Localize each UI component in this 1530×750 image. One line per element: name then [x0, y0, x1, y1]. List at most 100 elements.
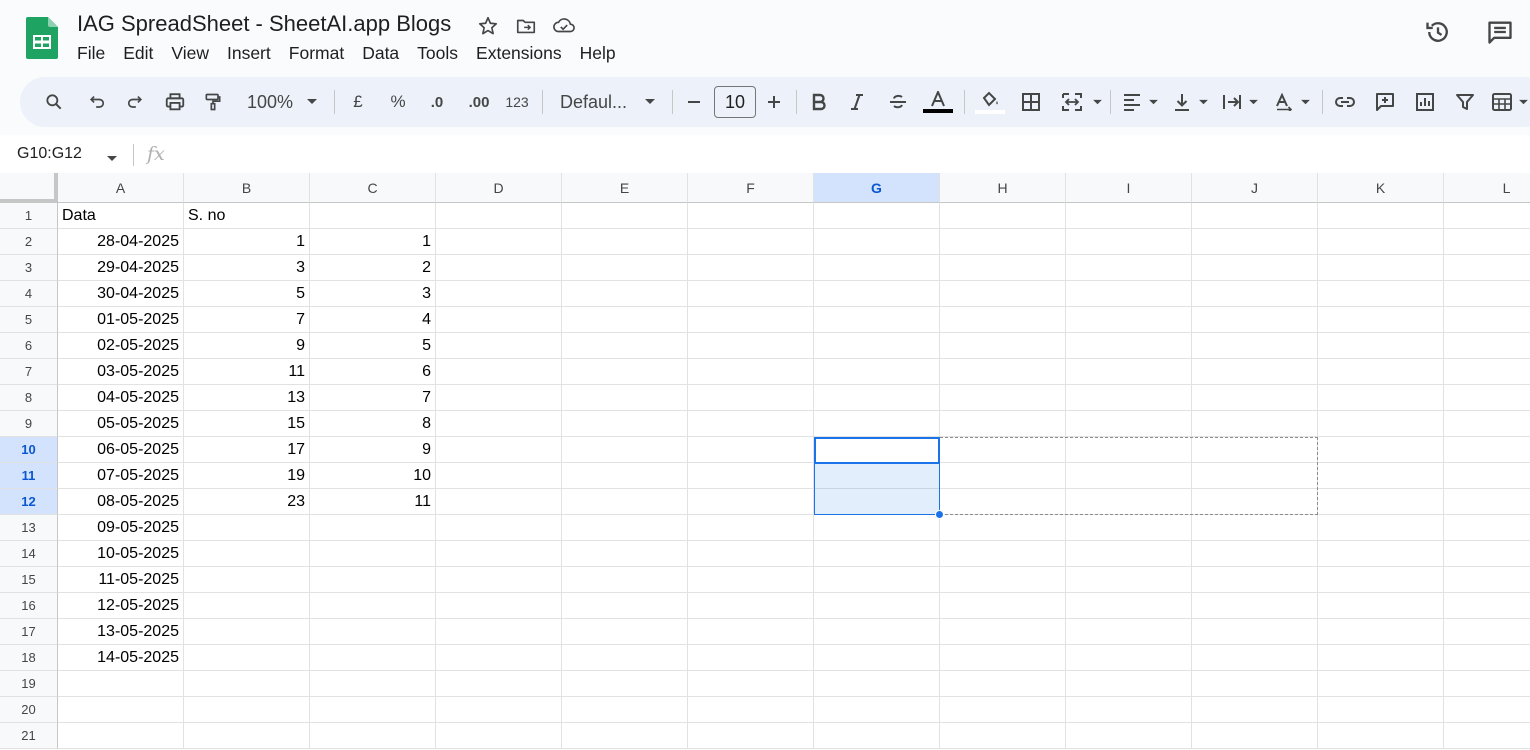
cell-c15[interactable] [310, 567, 436, 593]
row-header-7[interactable]: 7 [0, 359, 58, 385]
cell-d9[interactable] [436, 411, 562, 437]
vertical-align-icon[interactable] [1170, 77, 1194, 127]
cell-e19[interactable] [562, 671, 688, 697]
cell-f16[interactable] [688, 593, 814, 619]
cell-j5[interactable] [1192, 307, 1318, 333]
cell-i13[interactable] [1066, 515, 1192, 541]
cell-i20[interactable] [1066, 697, 1192, 723]
cell-g1[interactable] [814, 203, 940, 229]
cell-j17[interactable] [1192, 619, 1318, 645]
undo-icon[interactable] [84, 77, 110, 127]
cell-f14[interactable] [688, 541, 814, 567]
cell-c2[interactable]: 1 [310, 229, 436, 255]
cell-d1[interactable] [436, 203, 562, 229]
increase-font-size-icon[interactable] [764, 77, 784, 127]
row-header-8[interactable]: 8 [0, 385, 58, 411]
cell-k8[interactable] [1318, 385, 1444, 411]
cell-d10[interactable] [436, 437, 562, 463]
cell-b3[interactable]: 3 [184, 255, 310, 281]
cell-g15[interactable] [814, 567, 940, 593]
row-header-4[interactable]: 4 [0, 281, 58, 307]
cell-g9[interactable] [814, 411, 940, 437]
search-menus-icon[interactable] [40, 77, 68, 127]
cell-a16[interactable]: 12-05-2025 [58, 593, 184, 619]
cell-b6[interactable]: 9 [184, 333, 310, 359]
font-dropdown-icon[interactable] [642, 77, 658, 127]
cell-l8[interactable] [1444, 385, 1530, 411]
menu-insert[interactable]: Insert [218, 42, 280, 64]
cell-a9[interactable]: 05-05-2025 [58, 411, 184, 437]
cell-j13[interactable] [1192, 515, 1318, 541]
cell-g13[interactable] [814, 515, 940, 541]
cell-k17[interactable] [1318, 619, 1444, 645]
insert-chart-icon[interactable] [1412, 77, 1438, 127]
cell-b7[interactable]: 11 [184, 359, 310, 385]
cell-k3[interactable] [1318, 255, 1444, 281]
cell-j8[interactable] [1192, 385, 1318, 411]
cell-i6[interactable] [1066, 333, 1192, 359]
bold-icon[interactable] [808, 77, 830, 127]
cell-i15[interactable] [1066, 567, 1192, 593]
cell-l11[interactable] [1444, 463, 1530, 489]
cell-j20[interactable] [1192, 697, 1318, 723]
cell-f11[interactable] [688, 463, 814, 489]
cell-f19[interactable] [688, 671, 814, 697]
zoom-select[interactable]: 100% [242, 77, 298, 127]
cell-d5[interactable] [436, 307, 562, 333]
cell-f2[interactable] [688, 229, 814, 255]
cell-e13[interactable] [562, 515, 688, 541]
cell-d15[interactable] [436, 567, 562, 593]
cell-l14[interactable] [1444, 541, 1530, 567]
cell-d21[interactable] [436, 723, 562, 749]
row-header-16[interactable]: 16 [0, 593, 58, 619]
cell-h9[interactable] [940, 411, 1066, 437]
text-rotation-icon[interactable] [1272, 77, 1296, 127]
cell-a14[interactable]: 10-05-2025 [58, 541, 184, 567]
cell-k19[interactable] [1318, 671, 1444, 697]
cell-d6[interactable] [436, 333, 562, 359]
cell-a19[interactable] [58, 671, 184, 697]
cell-h7[interactable] [940, 359, 1066, 385]
cell-c9[interactable]: 8 [310, 411, 436, 437]
cell-a21[interactable] [58, 723, 184, 749]
cell-e6[interactable] [562, 333, 688, 359]
decrease-decimal-button[interactable]: .0 [422, 77, 452, 127]
cell-d11[interactable] [436, 463, 562, 489]
row-header-13[interactable]: 13 [0, 515, 58, 541]
cell-e5[interactable] [562, 307, 688, 333]
cell-e11[interactable] [562, 463, 688, 489]
cell-e10[interactable] [562, 437, 688, 463]
cell-k20[interactable] [1318, 697, 1444, 723]
wrap-dropdown-icon[interactable] [1246, 77, 1260, 127]
cell-a15[interactable]: 11-05-2025 [58, 567, 184, 593]
cell-a1[interactable]: Data [58, 203, 184, 229]
column-header-k[interactable]: K [1318, 173, 1444, 203]
sheets-logo-icon[interactable] [26, 17, 58, 59]
cell-h3[interactable] [940, 255, 1066, 281]
cell-l1[interactable] [1444, 203, 1530, 229]
cell-i7[interactable] [1066, 359, 1192, 385]
cell-c1[interactable] [310, 203, 436, 229]
cell-c18[interactable] [310, 645, 436, 671]
menu-view[interactable]: View [162, 42, 218, 64]
cell-l5[interactable] [1444, 307, 1530, 333]
cell-f13[interactable] [688, 515, 814, 541]
insert-comment-icon[interactable] [1372, 77, 1398, 127]
column-header-a[interactable]: A [58, 173, 184, 203]
more-formats-button[interactable]: 123 [502, 77, 532, 127]
column-header-d[interactable]: D [436, 173, 562, 203]
cell-k1[interactable] [1318, 203, 1444, 229]
cell-g18[interactable] [814, 645, 940, 671]
fill-handle[interactable] [935, 510, 944, 519]
increase-decimal-button[interactable]: .00 [462, 77, 496, 127]
cell-i4[interactable] [1066, 281, 1192, 307]
cell-a5[interactable]: 01-05-2025 [58, 307, 184, 333]
version-history-icon[interactable] [1424, 18, 1452, 51]
cell-i14[interactable] [1066, 541, 1192, 567]
format-currency-button[interactable]: £ [346, 77, 370, 127]
cell-l20[interactable] [1444, 697, 1530, 723]
horizontal-align-icon[interactable] [1120, 77, 1144, 127]
cell-l3[interactable] [1444, 255, 1530, 281]
name-box-dropdown-icon[interactable] [106, 150, 118, 168]
cell-c17[interactable] [310, 619, 436, 645]
